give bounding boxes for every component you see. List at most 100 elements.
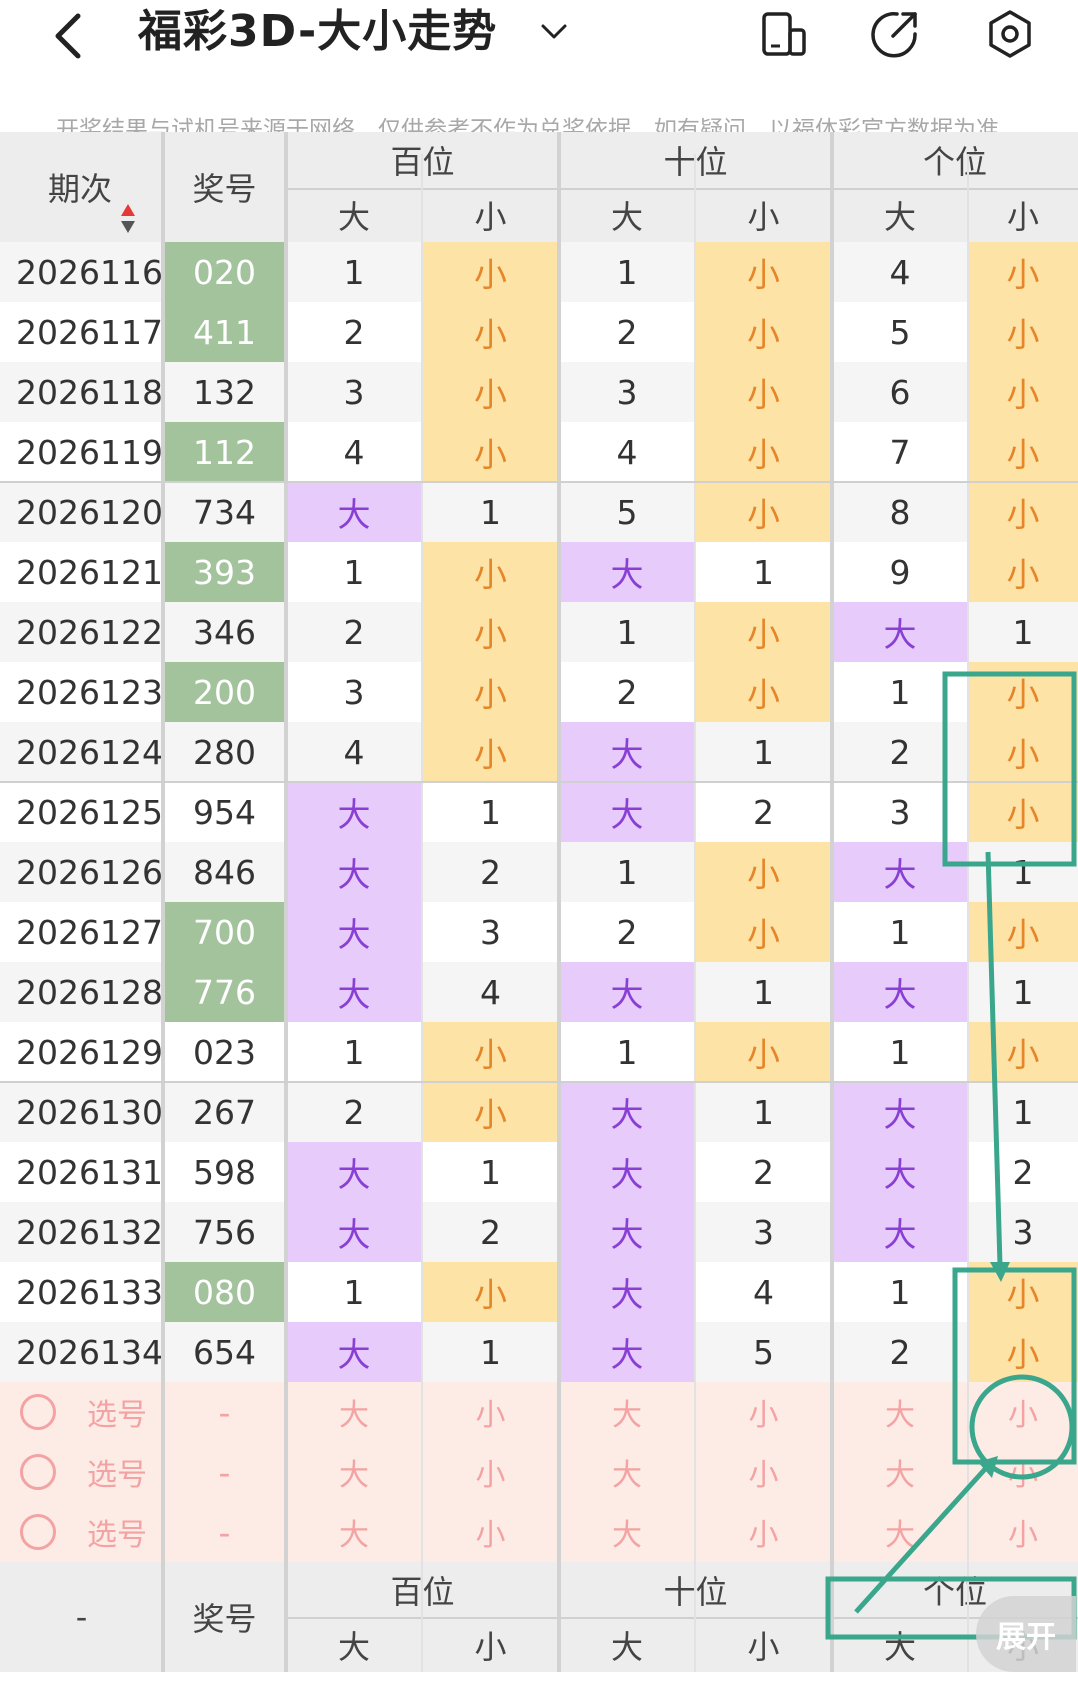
trend-cell: 3 [968,1202,1078,1262]
trend-cell: 1 [968,602,1078,662]
trend-cell: 1 [968,842,1078,902]
pick-cell[interactable]: 大 [832,1382,968,1442]
trend-cell: 1 [286,242,422,302]
period-cell: 2026122 [0,602,163,662]
share-icon[interactable] [869,8,921,60]
trend-cell: 小 [422,662,559,722]
trend-cell: 1 [559,842,695,902]
trend-cell: 小 [695,902,832,962]
select-circle-icon[interactable] [20,1454,56,1490]
pick-number: - [218,1392,231,1432]
trend-cell: 1 [422,482,559,542]
select-circle-icon[interactable] [20,1514,56,1550]
trend-cell: 1 [286,1022,422,1082]
pick-cell[interactable]: 小 [422,1502,559,1562]
sub-header: 大 [337,198,370,236]
pick-label[interactable]: 选号 [72,1442,162,1502]
select-circle-icon[interactable] [20,1394,56,1430]
period-cell: 2026125 [0,782,163,842]
pick-cell[interactable]: 大 [286,1382,422,1442]
pick-cell[interactable]: 小 [422,1382,559,1442]
pick-cell[interactable]: 小 [968,1502,1078,1562]
period-cell: 2026126 [0,842,163,902]
number-cell: 700 [163,902,286,962]
column-divider [421,154,423,1672]
trend-cell: 小 [422,722,559,782]
trend-cell: 4 [832,242,968,302]
number-cell: 598 [163,1142,286,1202]
pick-cell[interactable]: 大 [286,1442,422,1502]
trend-cell: 6 [832,362,968,422]
trend-cell: 大 [559,1322,695,1382]
number-cell: 393 [163,542,286,602]
trend-cell: 大 [832,1142,968,1202]
trend-cell: 小 [422,362,559,422]
pick-cell[interactable]: 小 [695,1382,832,1442]
trend-cell: 小 [695,602,832,662]
trend-cell: 4 [695,1262,832,1322]
row-group-divider [0,781,1078,783]
trend-cell: 2 [559,302,695,362]
trend-cell: 大 [286,1142,422,1202]
col-number: 奖号 [192,170,257,208]
trend-cell: 大 [559,1202,695,1262]
trend-cell: 2 [695,782,832,842]
pick-cell[interactable]: 大 [832,1502,968,1562]
trend-cell: 2 [422,842,559,902]
back-icon[interactable] [48,6,92,66]
pick-cell[interactable]: 大 [832,1442,968,1502]
sub-header: 小 [1006,198,1039,236]
number-cell: 734 [163,482,286,542]
trend-cell: 3 [286,662,422,722]
sub-header: 小 [747,198,780,236]
trend-cell: 大 [286,902,422,962]
pick-cell[interactable]: 小 [968,1442,1078,1502]
period-cell: 2026130 [0,1082,163,1142]
period-cell: 2026128 [0,962,163,1022]
number-cell: 954 [163,782,286,842]
settings-icon[interactable] [984,8,1036,60]
trend-cell: 大 [559,1262,695,1322]
pick-cell[interactable]: 小 [422,1442,559,1502]
column-divider [557,132,561,1672]
pick-cell[interactable]: 小 [695,1502,832,1562]
pick-cell[interactable]: 小 [695,1442,832,1502]
trend-cell: 1 [832,1022,968,1082]
sort-icon[interactable] [120,202,136,236]
phone-split-icon[interactable] [758,8,810,60]
trend-cell: 小 [968,242,1078,302]
trend-cell: 小 [422,1022,559,1082]
expand-button[interactable]: 展开 [976,1596,1076,1672]
trend-cell: 小 [695,362,832,422]
pick-cell[interactable]: 大 [559,1502,695,1562]
page-title[interactable]: 福彩3D-大小走势 [138,2,497,62]
trend-cell: 8 [832,482,968,542]
trend-cell: 大 [286,1322,422,1382]
pick-label[interactable]: 选号 [72,1382,162,1442]
trend-cell: 2 [559,662,695,722]
trend-cell: 1 [695,1082,832,1142]
period-cell: 2026127 [0,902,163,962]
row-group-divider [0,481,1078,483]
col-period[interactable]: 期次 [0,132,163,242]
trend-cell: 小 [422,1082,559,1142]
trend-cell: 3 [559,362,695,422]
period-cell: 2026132 [0,1202,163,1262]
pick-cell[interactable]: 大 [559,1382,695,1442]
number-cell: 280 [163,722,286,782]
pick-cell[interactable]: 大 [559,1442,695,1502]
trend-cell: 1 [695,722,832,782]
sub-header: 大 [610,198,643,236]
pick-cell[interactable]: 大 [286,1502,422,1562]
period-cell: 2026134 [0,1322,163,1382]
period-cell: 2026129 [0,1022,163,1082]
chevron-down-icon[interactable] [537,14,571,48]
pick-label[interactable]: 选号 [72,1502,162,1562]
trend-cell: 2 [286,302,422,362]
trend-cell: 2 [286,602,422,662]
trend-cell: 小 [968,302,1078,362]
trend-cell: 3 [832,782,968,842]
trend-cell: 大 [559,542,695,602]
trend-cell: 小 [968,542,1078,602]
pick-cell[interactable]: 小 [968,1382,1078,1442]
